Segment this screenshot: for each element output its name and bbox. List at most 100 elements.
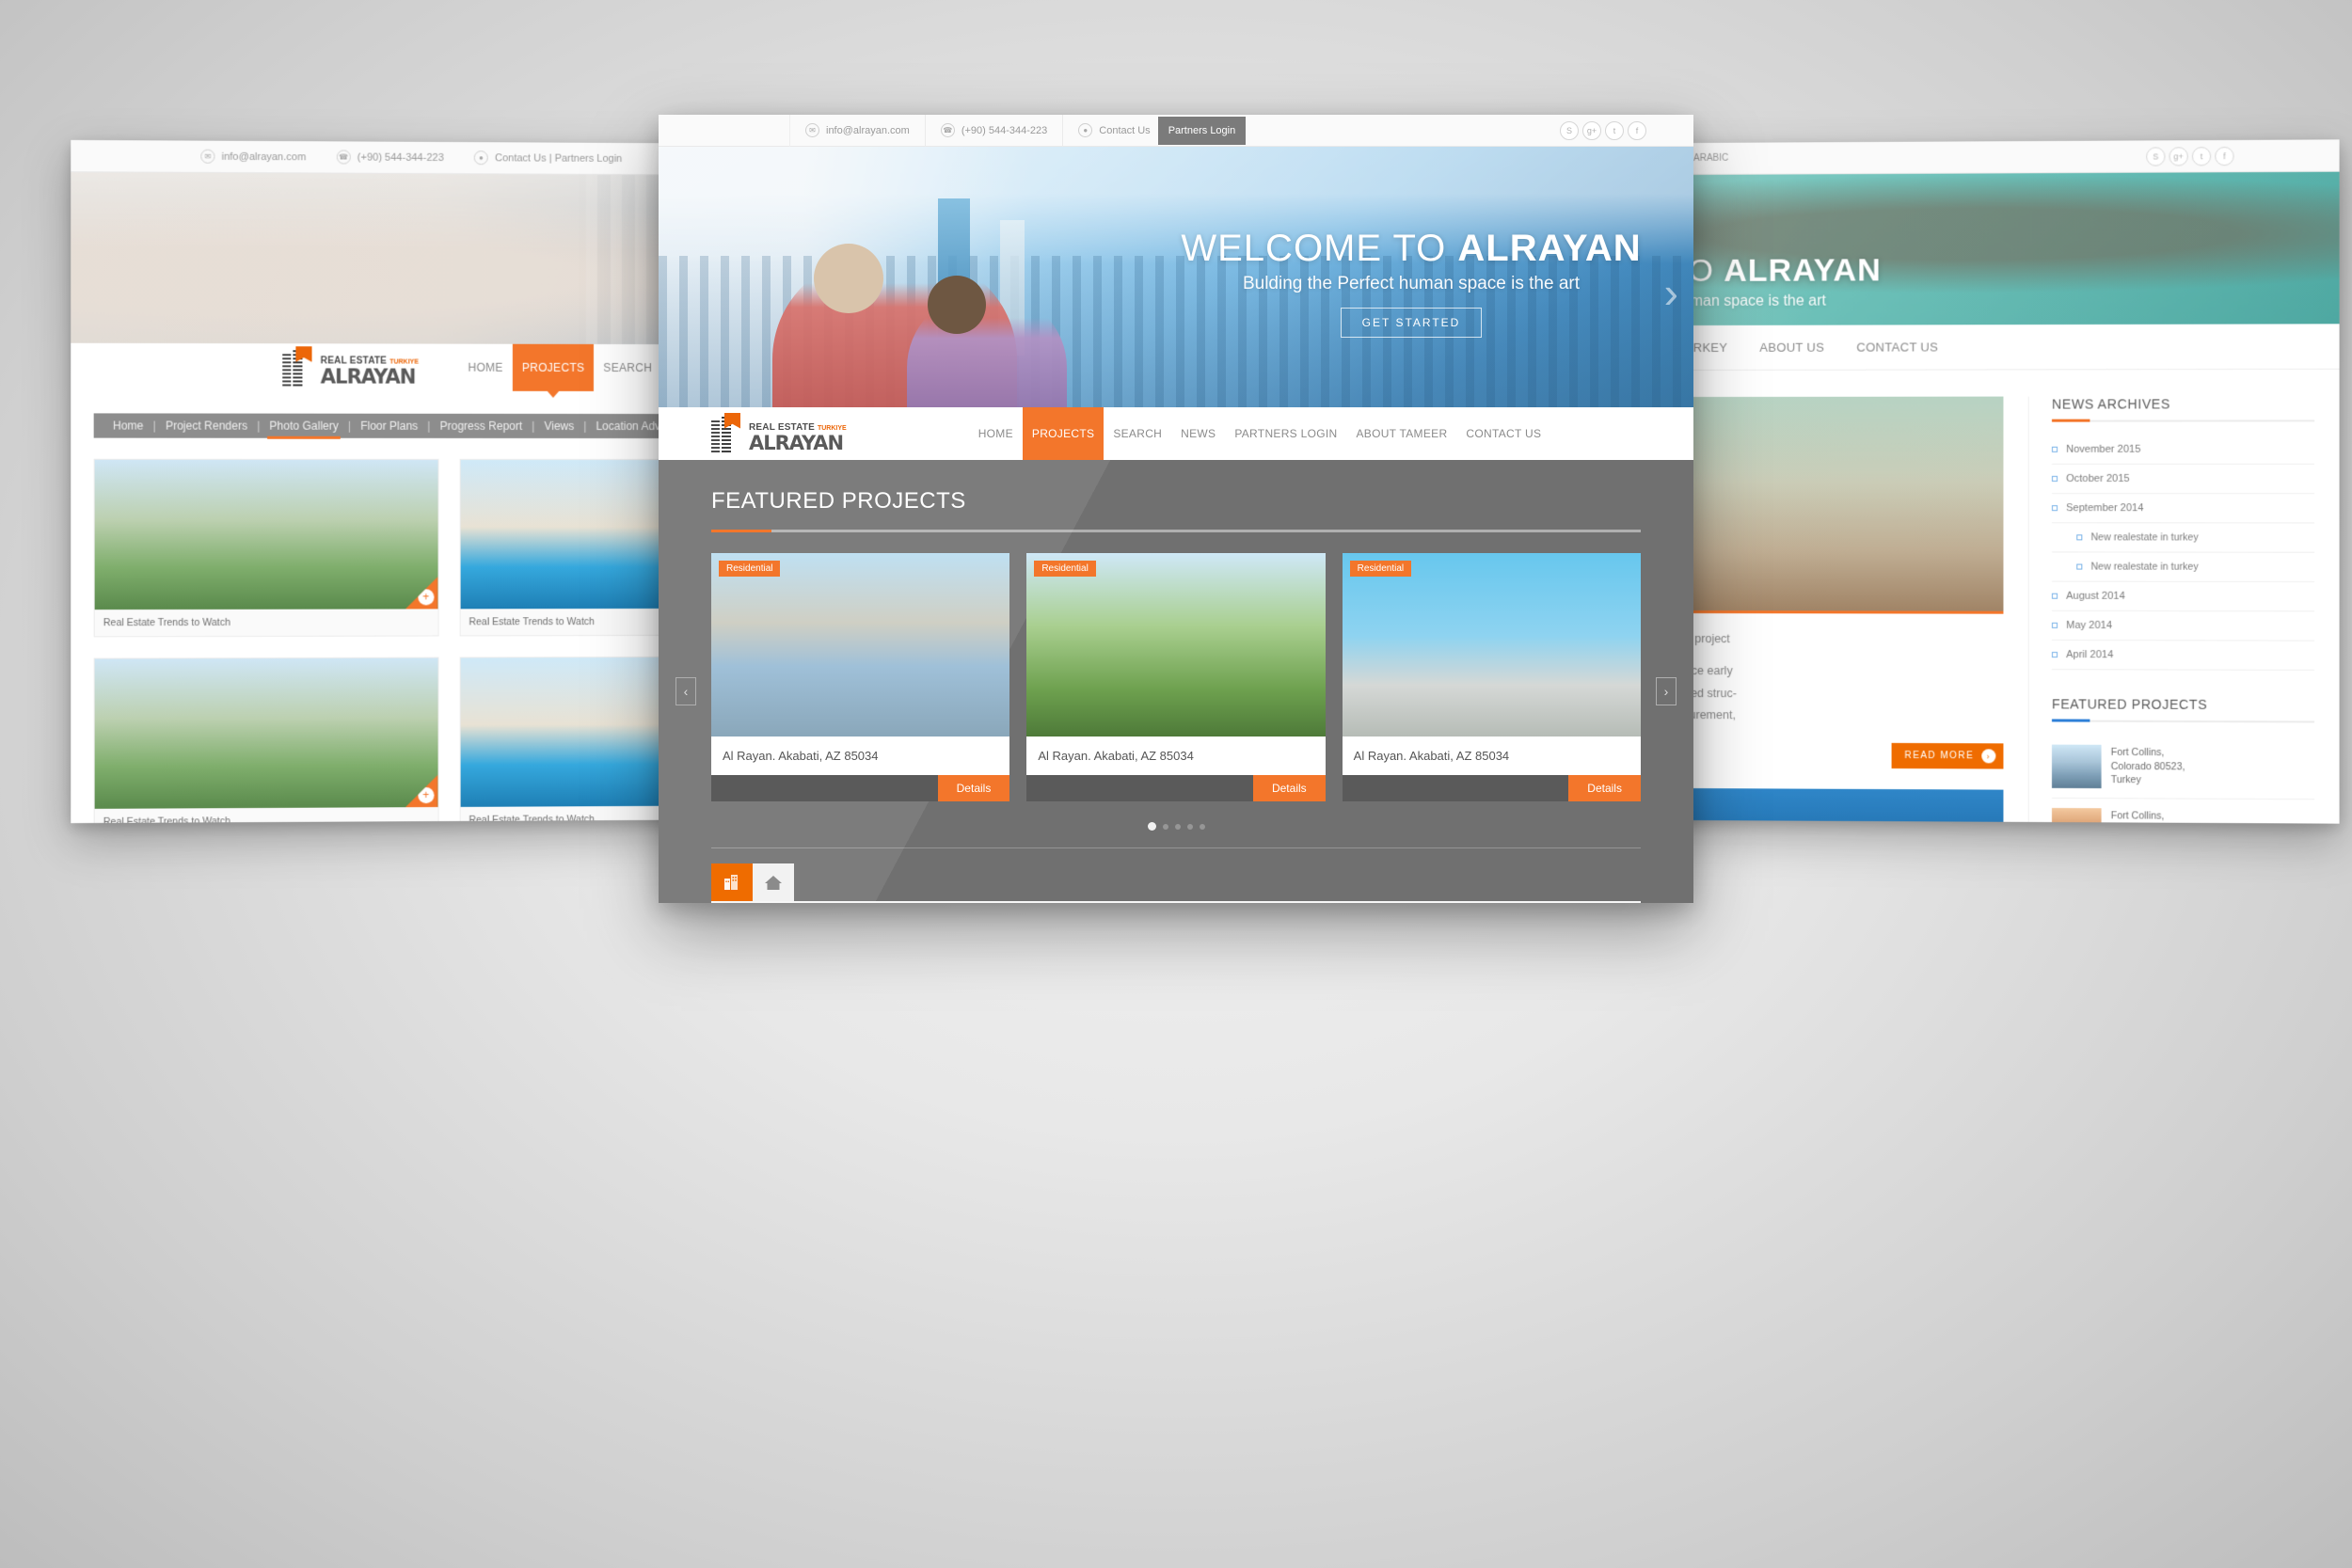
news-archive-subitem[interactable]: New realestate in turkey [2051, 523, 2315, 553]
expand-plus-icon[interactable]: + [405, 577, 437, 609]
skype-icon[interactable]: S [2146, 146, 2166, 166]
left-email-item[interactable]: ✉ info@alrayan.com [185, 140, 321, 173]
center-contact-item[interactable]: ● Contact Us [1063, 115, 1157, 147]
right-nav-item-about-us[interactable]: ABOUT US [1750, 325, 1834, 370]
subnav-item-progress-report[interactable]: Progress Report [437, 420, 524, 433]
logo-turkiye-text: TURKIYE [389, 358, 420, 366]
twitter-icon[interactable]: t [2191, 146, 2212, 166]
subnav-item-floor-plans[interactable]: Floor Plans [358, 420, 420, 433]
left-phone-item[interactable]: ☎ (+90) 544-344-223 [321, 141, 458, 174]
carousel-dot-1[interactable] [1147, 822, 1156, 831]
subnav-item-views[interactable]: Views [542, 420, 576, 433]
center-email-item[interactable]: ✉ info@alrayan.com [790, 115, 926, 147]
google-plus-icon[interactable]: g+ [1582, 120, 1601, 140]
right-hero-title-bold: ALRAYAN [1724, 252, 1882, 289]
subnav-item-home[interactable]: Home [111, 419, 146, 432]
featured-project-item[interactable]: Fort Collins, Colorado 80523, Turkey [2051, 798, 2315, 824]
news-archive-subitem[interactable]: New realestate in turkey [2051, 552, 2315, 583]
carousel-dots [711, 822, 1641, 831]
twitter-icon[interactable]: t [1605, 120, 1624, 140]
card-photo [1342, 553, 1641, 736]
house-icon [765, 876, 782, 890]
gallery-caption: Real Estate Trends to Watch [103, 816, 230, 824]
left-logo[interactable]: REAL ESTATE TURKIYE ALRAYAN [282, 348, 420, 388]
bullet-square-icon [2076, 534, 2083, 541]
google-plus-icon[interactable]: g+ [2169, 146, 2188, 166]
news-archive-item[interactable]: May 2014 [2051, 610, 2315, 641]
center-logo[interactable]: REAL ESTATE TURKIYE ALRAYAN [711, 412, 847, 454]
subnav-item-photo-gallery[interactable]: Photo Gallery [267, 420, 340, 433]
expand-plus-icon[interactable]: + [405, 775, 437, 807]
center-topbar: ✉ info@alrayan.com ☎ (+90) 544-344-223 ●… [659, 115, 1693, 147]
left-contact-item[interactable]: ● Contact Us | Partners Login [459, 142, 637, 175]
mail-icon: ✉ [200, 149, 215, 164]
read-more-button[interactable]: READ MORE › [1891, 742, 2004, 769]
card-details-button[interactable]: Details [937, 775, 1010, 801]
news-archives-rule [2051, 420, 2315, 422]
gallery-card[interactable]: + Real Estate Trends to Watch [93, 657, 439, 824]
left-phone-text: (+90) 544-344-223 [357, 151, 444, 164]
news-archive-label: August 2014 [2066, 590, 2125, 602]
bullet-square-icon [2051, 593, 2058, 599]
gallery-card[interactable]: + Real Estate Trends to Watch [93, 458, 439, 638]
partners-login-button[interactable]: Partners Login [1157, 116, 1247, 145]
logo-word-al: AL [320, 364, 347, 388]
left-nav-item-projects[interactable]: PROJECTS [512, 343, 595, 391]
nav-item-search[interactable]: SEARCH [1104, 407, 1171, 460]
search-tab-building[interactable] [711, 863, 753, 901]
facebook-icon[interactable]: f [1628, 120, 1646, 140]
bullet-square-icon [2051, 475, 2058, 482]
card-badge: Residential [1034, 561, 1096, 577]
news-archive-item[interactable]: August 2014 [2051, 581, 2315, 612]
featured-card[interactable]: Residential Al Rayan. Akabati, AZ 85034 … [1026, 553, 1326, 801]
map-pin-icon: ● [473, 150, 489, 166]
news-archive-label: October 2015 [2066, 472, 2130, 485]
center-hero-subtitle: Bulding the Perfect human space is the a… [1242, 274, 1581, 293]
get-started-button[interactable]: GET STARTED [1340, 308, 1483, 338]
news-archive-item[interactable]: November 2015 [2051, 435, 2315, 465]
bullet-square-icon [2051, 622, 2058, 628]
news-archive-item[interactable]: September 2014 [2051, 494, 2315, 524]
subnav-item-project-renders[interactable]: Project Renders [164, 420, 249, 433]
nav-item-partners-login[interactable]: PARTNERS LOGIN [1225, 407, 1346, 460]
featured-card[interactable]: Residential Al Rayan. Akabati, AZ 85034 … [1342, 553, 1641, 801]
center-hero-copy: WELCOME TO ALRAYAN Bulding the Perfect h… [1167, 228, 1656, 338]
phone-icon: ☎ [336, 150, 351, 165]
right-nav-item-contact-us[interactable]: CONTACT US [1847, 325, 1947, 370]
left-nav-item-search[interactable]: SEARCH [594, 344, 661, 391]
news-archive-item[interactable]: April 2014 [2051, 640, 2315, 671]
card-details-button[interactable]: Details [1568, 775, 1641, 801]
facebook-icon[interactable]: f [2215, 146, 2234, 166]
carousel-dot-2[interactable] [1162, 823, 1168, 830]
card-badge: Residential [719, 561, 781, 577]
nav-item-about-tameer[interactable]: ABOUT TAMEER [1346, 407, 1456, 460]
featured-card[interactable]: Residential Al Rayan. Akabati, AZ 85034 … [711, 553, 1010, 801]
carousel-dot-3[interactable] [1174, 823, 1181, 830]
carousel-dot-4[interactable] [1186, 823, 1193, 830]
skype-icon[interactable]: S [1560, 120, 1579, 140]
featured-section: FEATURED PROJECTS ‹ Residential Al Rayan… [659, 460, 1693, 903]
center-phone-text: (+90) 544-344-223 [961, 124, 1048, 136]
center-navbar: REAL ESTATE TURKIYE ALRAYAN HOME PROJECT… [659, 407, 1693, 460]
logo-word-al: AL [749, 431, 776, 454]
center-contact-text: Contact Us [1099, 124, 1151, 136]
logo-word-rayan: RAYAN [346, 364, 416, 388]
nav-item-projects[interactable]: PROJECTS [1022, 407, 1104, 460]
carousel-next-button[interactable]: › [1656, 677, 1677, 705]
carousel-dot-5[interactable] [1199, 823, 1205, 830]
nav-item-contact-us[interactable]: CONTACT US [1456, 407, 1550, 460]
news-archive-item[interactable]: October 2015 [2051, 464, 2315, 495]
card-details-button[interactable]: Details [1252, 775, 1326, 801]
nav-item-home[interactable]: HOME [969, 407, 1023, 460]
logo-word-rayan: RAYAN [774, 431, 844, 454]
card-badge: Residential [1349, 561, 1412, 577]
carousel-prev-button[interactable]: ‹ [675, 677, 696, 705]
center-hero-title-light: WELCOME TO [1181, 228, 1447, 269]
news-archive-label: May 2014 [2066, 619, 2113, 632]
nav-item-news[interactable]: NEWS [1171, 407, 1225, 460]
featured-project-item[interactable]: Fort Collins, Colorado 80523, Turkey [2051, 735, 2315, 800]
hero-next-arrow-icon[interactable]: › [1664, 267, 1678, 318]
search-tab-house[interactable] [753, 863, 794, 901]
center-phone-item[interactable]: ☎ (+90) 544-344-223 [926, 115, 1064, 147]
left-nav-item-home[interactable]: HOME [458, 344, 512, 391]
